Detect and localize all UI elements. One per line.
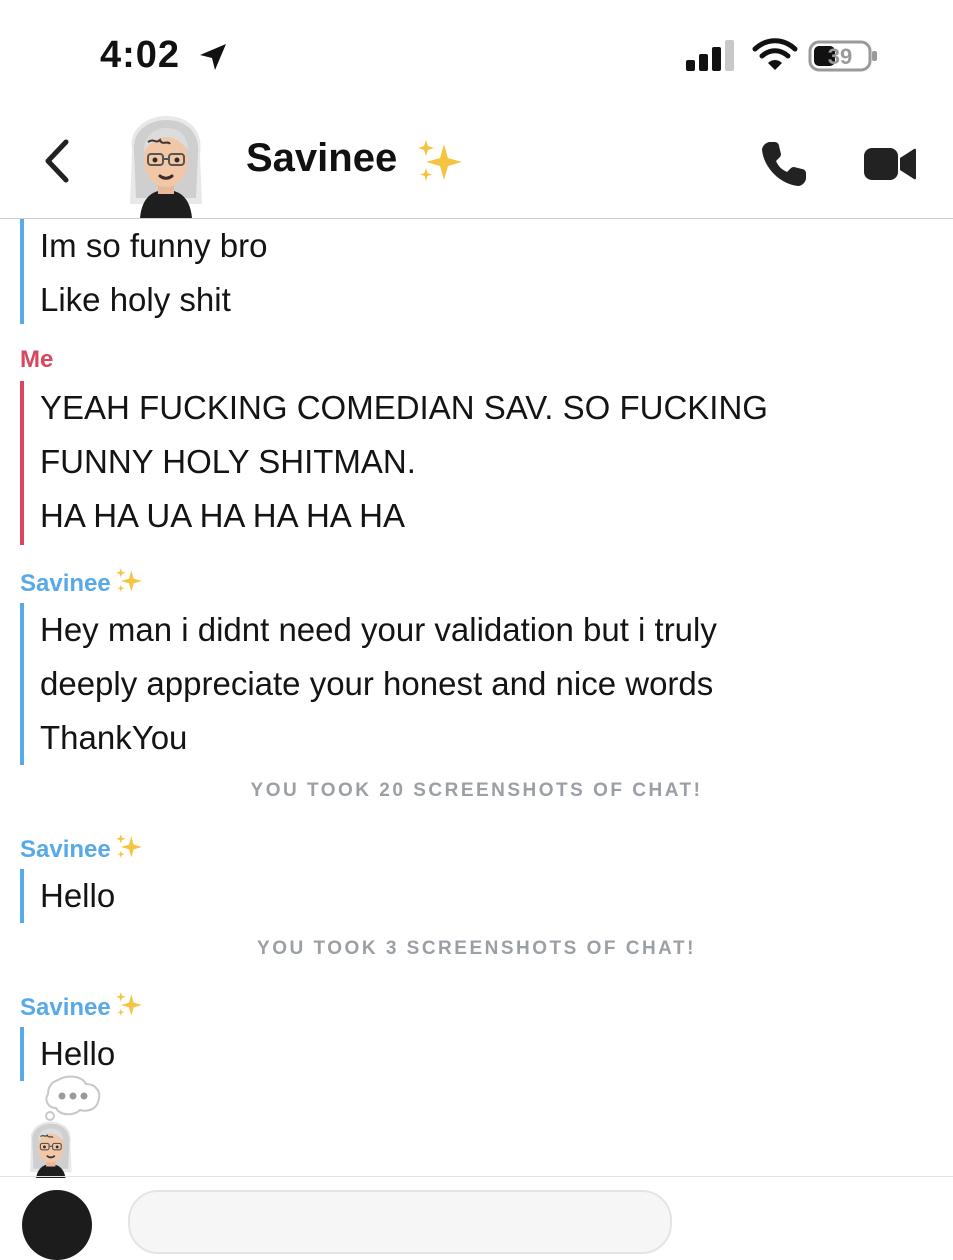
message-text: ThankYou	[40, 719, 188, 756]
phone-icon[interactable]	[758, 138, 810, 190]
sender-name: Savinee	[20, 836, 111, 863]
back-chevron-icon[interactable]	[40, 136, 74, 186]
wifi-icon	[752, 38, 798, 70]
avatar[interactable]	[118, 110, 214, 218]
chat-header: Savinee	[0, 110, 953, 219]
message-text: HA HA UA HA HA HA HA	[40, 497, 405, 534]
sender-label: Savinee	[20, 991, 145, 1022]
composer-divider	[0, 1176, 953, 1177]
battery-percent: 39	[828, 44, 852, 69]
sparkles-icon	[414, 138, 466, 186]
typing-indicator	[22, 1075, 101, 1178]
message-text: deeply appreciate your honest and nice w…	[40, 665, 714, 702]
contact-name[interactable]: Savinee	[246, 136, 397, 181]
status-bar: 4:02 39	[0, 0, 953, 110]
battery-icon: 39	[808, 40, 877, 72]
message-text: Hello	[40, 877, 116, 914]
camera-button[interactable]	[22, 1190, 92, 1260]
message-text: Hey man i didnt need your validation but…	[40, 611, 717, 648]
sender-name: Savinee	[20, 994, 111, 1021]
message-group: Hello	[20, 869, 115, 923]
message-group: Im so funny bro Like holy shit	[20, 219, 267, 324]
sender-label: Savinee	[20, 833, 145, 864]
message-text: Like holy shit	[40, 281, 231, 318]
location-arrow-icon	[200, 44, 226, 70]
message-group: Hey man i didnt need your validation but…	[20, 603, 717, 765]
sparkles-icon	[113, 991, 145, 1019]
avatar	[30, 1121, 72, 1178]
thought-bubble-icon	[45, 1075, 101, 1121]
screenshot-notice: YOU TOOK 3 SCREENSHOTS OF CHAT!	[257, 938, 696, 959]
message-text: Im so funny bro	[40, 227, 268, 264]
message-text: YEAH FUCKING COMEDIAN SAV. SO FUCKING	[40, 389, 768, 426]
status-time: 4:02	[100, 34, 181, 76]
sender-label: Savinee	[20, 567, 145, 598]
screenshot-notice: YOU TOOK 20 SCREENSHOTS OF CHAT!	[250, 780, 703, 801]
message-group: Hello	[20, 1027, 115, 1081]
message-text: Hello	[40, 1035, 116, 1072]
video-camera-icon[interactable]	[862, 144, 918, 184]
cellular-signal-icon	[686, 40, 734, 71]
sparkles-icon	[113, 567, 145, 595]
message-text: FUNNY HOLY SHITMAN.	[40, 443, 416, 480]
sender-name: Savinee	[20, 570, 111, 597]
message-group: YEAH FUCKING COMEDIAN SAV. SO FUCKING FU…	[20, 381, 768, 545]
sender-label: Me	[20, 346, 54, 373]
sparkles-icon	[113, 833, 145, 861]
